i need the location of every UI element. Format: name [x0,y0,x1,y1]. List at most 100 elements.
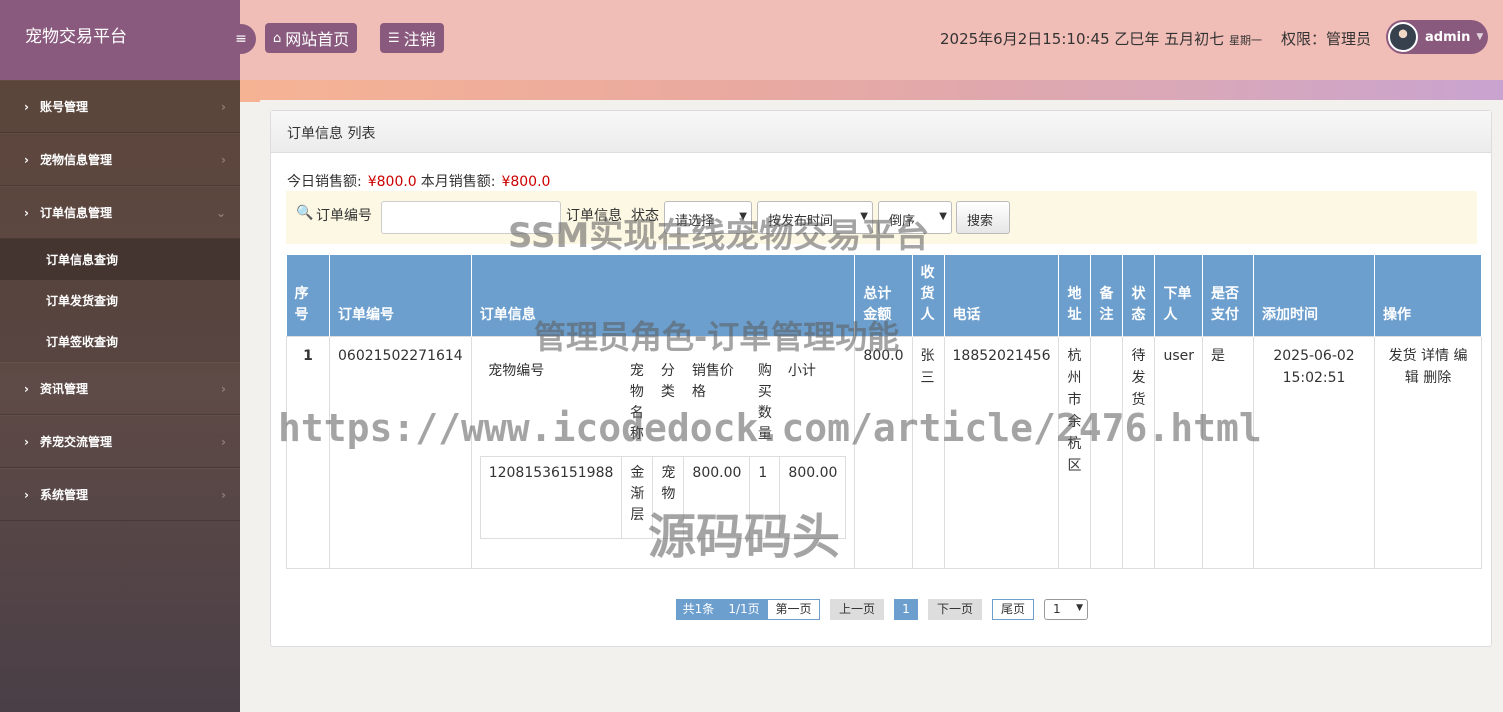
col-header-buyer: 下单人 [1154,255,1204,336]
permission-label: 权限：管理员 [1281,30,1372,48]
home-button-label: 网站首页 [285,30,350,49]
cell-index: 1 [286,335,330,569]
items-header-qty: 购买数量 [749,354,780,457]
cell-remark [1090,335,1124,569]
header-gradient-strip [240,80,1503,102]
chevron-right-icon: › [24,381,29,396]
status-select-value: 请选择 [675,214,715,229]
item-name: 金渐层 [621,456,654,539]
cell-receiver: 张三 [911,335,945,569]
cell-time: 2025-06-02 15:02:51 [1253,335,1376,569]
sidebar-item-system[interactable]: › 系统管理 › [0,468,240,521]
user-menu[interactable]: admin ▼ [1386,20,1488,54]
pagination-current[interactable]: 1 [894,599,918,620]
sidebar-item-label: 养宠交流管理 [40,435,113,449]
chevron-right-icon: › [221,434,226,449]
top-header: ≡ ⌂ 网站首页 ☰ 注销 2025年6月2日15:10:45 乙巳年 五月初七… [226,0,1503,80]
sidebar-item-label: 订单信息管理 [40,206,113,220]
cell-order-no: 06021502271614 [329,335,472,569]
col-header-actions: 操作 [1374,255,1483,336]
col-header-remark: 备注 [1090,255,1124,336]
col-header-order-info: 订单信息 [471,255,856,336]
chevron-right-icon: › [24,205,29,220]
sort-select-value: 按发布时间 [768,214,834,229]
home-icon: ⌂ [273,30,282,46]
chevron-right-icon: › [221,381,226,396]
pagination-first[interactable]: 第一页 [767,599,820,620]
chevron-right-icon: › [221,152,226,167]
sidebar-subitem-order-query[interactable]: 订单信息查询 [0,239,240,280]
order-select[interactable]: 倒序 ▼ [878,201,952,234]
today-sales-value: ¥800.0 [367,174,417,190]
search-icon: 🔍 [296,205,314,221]
item-price: 800.00 [683,456,751,539]
pagination-next[interactable]: 下一页 [928,599,982,620]
detail-link[interactable]: 详情 [1421,348,1449,364]
chevron-down-icon: ▼ [939,211,947,222]
col-header-receiver: 收货人 [912,255,945,336]
sidebar-item-pets[interactable]: › 宠物信息管理 › [0,133,240,186]
brand-title: 宠物交易平台 [0,0,240,80]
sidebar-submenu-orders: 订单信息查询 订单发货查询 订单签收查询 [0,239,240,362]
sidebar-item-label: 宠物信息管理 [40,153,113,167]
sidebar-subitem-order-receipt[interactable]: 订单签收查询 [0,321,240,362]
caret-down-icon: ▼ [1476,32,1484,42]
chevron-down-icon: ⌄ [215,205,226,220]
cell-phone: 18852021456 [943,335,1060,569]
status-label: 状态 [631,208,659,224]
cell-total: 800.0 [854,335,913,569]
panel-title: 订单信息 列表 [271,111,1491,153]
logout-button-label: 注销 [403,30,436,49]
month-sales-label: 本月销售额: [420,174,496,190]
chevron-down-icon: ▼ [860,211,868,222]
chevron-right-icon: › [24,434,29,449]
pagination-last[interactable]: 尾页 [992,599,1034,620]
delete-link[interactable]: 删除 [1423,370,1451,386]
list-icon: ☰ [388,30,400,46]
items-header-pet-no: 宠物编号 [480,354,622,457]
cell-order-info: 宠物编号 宠物名称 分类 销售价格 购买数量 小计 12081536151988… [470,335,856,569]
sidebar-item-news[interactable]: › 资讯管理 › [0,362,240,415]
item-pet-no: 12081536151988 [479,456,623,539]
weekday-text: 星期一 [1228,34,1262,47]
datetime-display: 2025年6月2日15:10:45 乙巳年 五月初七 星期一 [940,28,1262,49]
chevron-down-icon: ▼ [1076,603,1083,613]
order-no-label: 订单编号 [316,208,372,224]
items-header-row: 宠物编号 宠物名称 分类 销售价格 购买数量 小计 [480,354,846,457]
ship-link[interactable]: 发货 [1389,348,1417,364]
item-qty: 1 [749,456,781,539]
sidebar-subitem-order-shipping[interactable]: 订单发货查询 [0,280,240,321]
item-category: 宠物 [652,456,685,539]
today-sales-label: 今日销售额: [287,174,362,190]
cell-buyer: user [1154,335,1204,569]
items-row: 12081536151988 金渐层 宠物 800.00 1 800.00 [479,456,847,539]
col-header-index: 序号 [286,255,330,336]
sort-select[interactable]: 按发布时间 ▼ [757,201,873,234]
pagination-page-select[interactable]: 1 ▼ [1044,599,1088,620]
cell-address: 杭州市余杭区 [1058,335,1092,569]
item-subtotal: 800.00 [779,456,847,539]
search-button[interactable]: 搜索 [956,201,1010,234]
sidebar-item-community[interactable]: › 养宠交流管理 › [0,415,240,468]
items-header-category: 分类 [652,354,684,457]
col-header-status: 状态 [1122,255,1156,336]
avatar [1388,22,1418,52]
col-header-order-no: 订单编号 [329,255,472,336]
cell-paid: 是 [1202,335,1255,569]
order-info-label: 订单信息 [566,208,622,224]
cell-actions: 发货 详情 编辑 删除 [1374,335,1483,569]
pagination-prev[interactable]: 上一页 [830,599,884,620]
order-no-input[interactable] [381,201,561,234]
home-button[interactable]: ⌂ 网站首页 [265,23,358,53]
chevron-right-icon: › [221,487,226,502]
sidebar-item-orders[interactable]: › 订单信息管理 ⌄ [0,186,240,239]
sidebar-item-label: 账号管理 [40,100,89,114]
sales-summary: 今日销售额: ¥800.0 本月销售额: ¥800.0 [287,171,554,191]
logout-button[interactable]: ☰ 注销 [380,23,444,53]
pagination-pages: 1/1页 [721,599,767,620]
order-select-value: 倒序 [889,214,916,229]
status-select[interactable]: 请选择 ▼ [664,201,752,234]
chevron-right-icon: › [24,152,29,167]
menu-toggle-button[interactable]: ≡ [226,24,256,54]
sidebar-item-accounts[interactable]: › 账号管理 › [0,80,240,133]
